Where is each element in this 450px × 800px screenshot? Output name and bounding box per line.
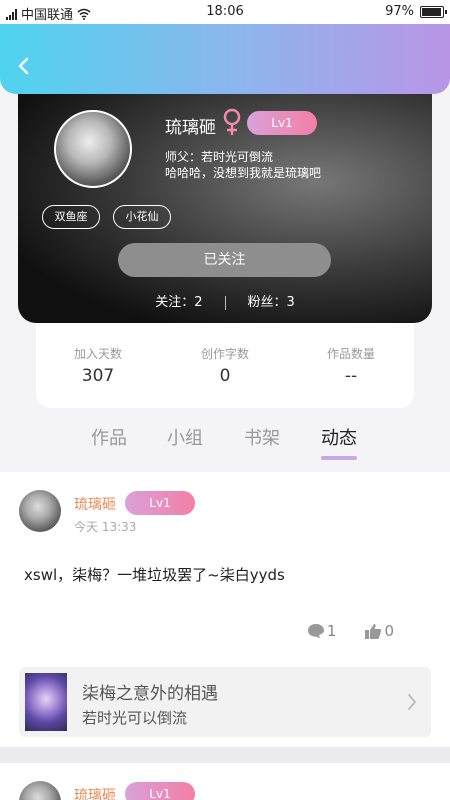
comment-icon — [307, 624, 324, 638]
avatar[interactable] — [54, 110, 132, 188]
battery-group: 97% — [385, 4, 447, 19]
post-author[interactable]: 琉璃砸 — [74, 494, 116, 514]
stat-value: 307 — [81, 366, 115, 386]
stats-card: 加入天数 307 创作字数 0 作品数量 -- — [36, 315, 414, 408]
battery-icon — [420, 5, 447, 18]
stat-label: 作品数量 — [326, 347, 375, 361]
book-author: 若时光可以倒流 — [82, 709, 188, 727]
status-bar: 中国联通 18:06 97% — [0, 0, 450, 24]
status-time: 18:06 — [206, 4, 244, 19]
book-cover — [25, 673, 67, 731]
level-badge: Lv1 — [125, 491, 195, 515]
book-title: 柒梅之意外的相遇 — [82, 684, 218, 704]
stat-word-count: 创作字数 0 — [165, 345, 285, 386]
tab-bookshelf[interactable]: 书架 — [244, 424, 280, 450]
profile-card: 琉璃砸 Lv1 师父：若时光可倒流 哈哈哈，没想到我就是琉璃吧 双鱼座 小花仙 … — [18, 88, 432, 323]
female-icon — [223, 108, 241, 135]
battery-fill — [422, 7, 442, 16]
post-author[interactable]: 琉璃砸 — [74, 785, 116, 800]
like-count: 0 — [384, 622, 394, 640]
tab-groups[interactable]: 小组 — [167, 424, 203, 450]
followed-button[interactable]: 已关注 — [118, 243, 331, 277]
active-tab-indicator — [321, 456, 357, 460]
tab-works[interactable]: 作品 — [91, 424, 127, 450]
level-badge: Lv1 — [247, 111, 317, 135]
tab-activity[interactable]: 动态 — [321, 424, 357, 450]
comment-button[interactable]: 1 — [307, 622, 337, 640]
bio-text: 哈哈哈，没想到我就是琉璃吧 — [165, 166, 322, 180]
linked-book-card[interactable]: 柒梅之意外的相遇 若时光可以倒流 — [19, 667, 431, 737]
post-card: 琉璃砸 Lv1 — [0, 763, 450, 800]
fans-count[interactable]: 粉丝：3 — [248, 295, 295, 310]
level-badge: Lv1 — [125, 782, 195, 800]
chevron-left-icon[interactable] — [12, 54, 36, 78]
comment-count: 1 — [326, 622, 337, 640]
thumbs-up-icon — [365, 623, 382, 639]
post-time: 今天 13:33 — [74, 520, 137, 534]
follow-stats: 关注：2 粉丝：3 — [18, 291, 432, 310]
battery-percent: 97% — [385, 4, 414, 19]
post-text: xswl，柒梅？一堆垃圾罢了~柒白yyds — [24, 566, 285, 584]
feed-divider — [0, 747, 450, 763]
tag-flower-fairy[interactable]: 小花仙 — [113, 205, 171, 229]
tag-constellation[interactable]: 双鱼座 — [42, 205, 100, 229]
divider — [224, 295, 226, 310]
avatar[interactable] — [19, 781, 61, 800]
chevron-right-icon — [408, 694, 417, 710]
stat-works-count: 作品数量 -- — [291, 345, 411, 386]
following-count[interactable]: 关注：2 — [155, 295, 202, 310]
stat-label: 加入天数 — [73, 347, 122, 361]
post-actions: 1 0 — [307, 622, 394, 640]
profile-name: 琉璃砸 — [165, 118, 216, 138]
stat-value: -- — [344, 366, 358, 386]
avatar[interactable] — [19, 490, 61, 532]
header-bar — [0, 24, 450, 94]
like-button[interactable]: 0 — [364, 622, 394, 640]
stat-label: 创作字数 — [200, 347, 249, 361]
post-card: 琉璃砸 Lv1 今天 13:33 xswl，柒梅？一堆垃圾罢了~柒白yyds 1… — [0, 472, 450, 747]
master-line: 师父：若时光可倒流 — [165, 150, 274, 164]
stat-value: 0 — [219, 366, 231, 386]
stat-join-days: 加入天数 307 — [38, 345, 158, 386]
tab-bar: 作品 小组 书架 动态 — [0, 420, 450, 468]
